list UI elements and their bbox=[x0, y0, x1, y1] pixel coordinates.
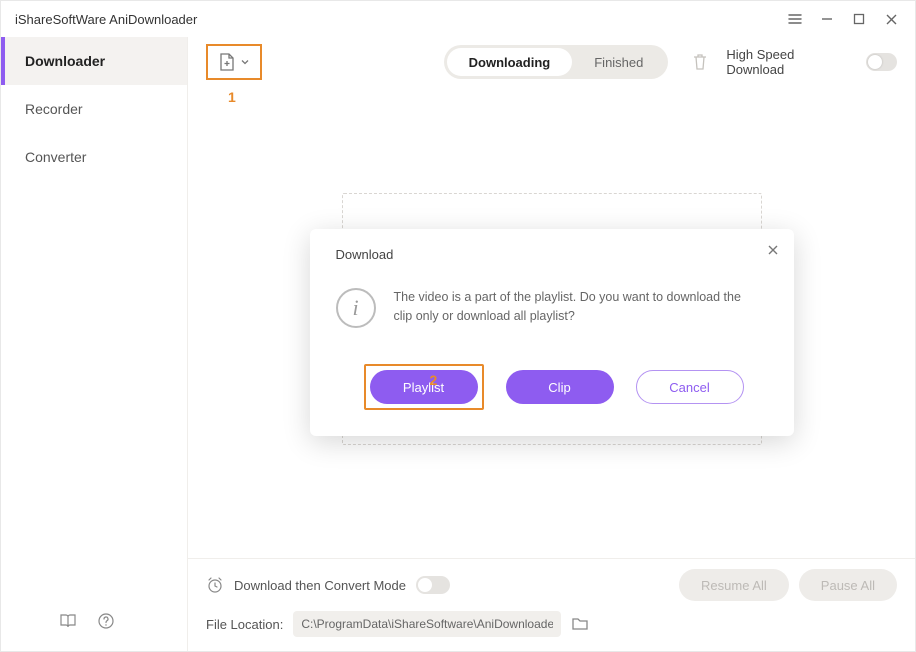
highspeed-toggle[interactable] bbox=[866, 53, 897, 71]
add-url-button[interactable] bbox=[206, 44, 262, 80]
help-icon[interactable] bbox=[97, 612, 115, 630]
sidebar: Downloader Recorder Converter bbox=[1, 37, 187, 651]
annotation-marker-2: 2 bbox=[430, 372, 438, 388]
book-icon[interactable] bbox=[59, 612, 77, 630]
app-window: iShareSoftWare AniDownloader Downloader … bbox=[0, 0, 916, 652]
main-area: 1 Downloading Finished High Speed Downlo… bbox=[187, 37, 915, 651]
modal-close-button[interactable] bbox=[766, 243, 780, 257]
highspeed-label: High Speed Download bbox=[726, 47, 845, 77]
trash-icon[interactable] bbox=[692, 53, 708, 71]
file-location-label: File Location: bbox=[206, 617, 283, 632]
open-folder-button[interactable] bbox=[571, 616, 589, 632]
sidebar-item-converter[interactable]: Converter bbox=[1, 133, 187, 181]
playlist-button-highlight: Playlist bbox=[364, 364, 484, 410]
menu-button[interactable] bbox=[779, 3, 811, 35]
download-modal: Download i The video is a part of the pl… bbox=[310, 229, 794, 436]
convert-mode-toggle[interactable] bbox=[416, 576, 450, 594]
info-icon: i bbox=[336, 288, 376, 328]
tab-finished[interactable]: Finished bbox=[572, 48, 665, 76]
sidebar-item-recorder[interactable]: Recorder bbox=[1, 85, 187, 133]
sidebar-item-label: Downloader bbox=[25, 53, 105, 69]
sidebar-item-label: Recorder bbox=[25, 101, 83, 117]
sidebar-item-downloader[interactable]: Downloader bbox=[1, 37, 187, 85]
minimize-button[interactable] bbox=[811, 3, 843, 35]
modal-title: Download bbox=[336, 247, 772, 262]
status-tabs: Downloading Finished bbox=[444, 45, 669, 79]
footer: Download then Convert Mode Resume All Pa… bbox=[188, 558, 915, 651]
close-button[interactable] bbox=[875, 3, 907, 35]
app-title: iShareSoftWare AniDownloader bbox=[15, 12, 197, 27]
modal-message: The video is a part of the playlist. Do … bbox=[394, 288, 754, 326]
clip-button[interactable]: Clip bbox=[506, 370, 614, 404]
resume-all-button[interactable]: Resume All bbox=[679, 569, 789, 601]
sidebar-item-label: Converter bbox=[25, 149, 86, 165]
file-location-input[interactable] bbox=[293, 611, 561, 637]
alarm-icon bbox=[206, 576, 224, 594]
pause-all-button[interactable]: Pause All bbox=[799, 569, 897, 601]
cancel-button[interactable]: Cancel bbox=[636, 370, 744, 404]
convert-mode-label: Download then Convert Mode bbox=[234, 578, 406, 593]
maximize-button[interactable] bbox=[843, 3, 875, 35]
titlebar: iShareSoftWare AniDownloader bbox=[1, 1, 915, 37]
chevron-down-icon bbox=[240, 57, 250, 67]
sidebar-bottom bbox=[1, 591, 187, 651]
tab-downloading[interactable]: Downloading bbox=[447, 48, 573, 76]
toolbar: 1 Downloading Finished High Speed Downlo… bbox=[188, 37, 915, 87]
playlist-button[interactable]: Playlist bbox=[370, 370, 478, 404]
file-add-icon bbox=[218, 52, 236, 72]
